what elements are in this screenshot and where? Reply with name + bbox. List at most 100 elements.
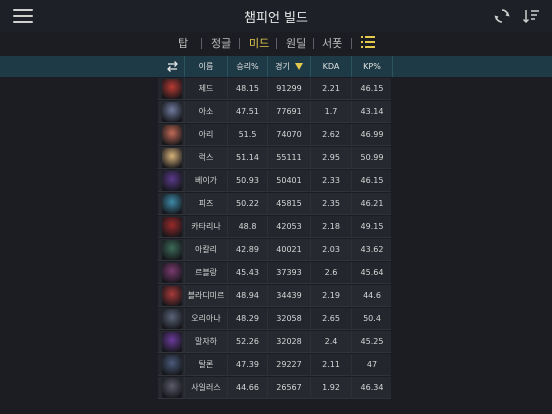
cell-kp: 50.4 <box>351 308 392 330</box>
cell-kda: 2.03 <box>310 239 351 261</box>
table-row[interactable]: 럭스 51.14 55111 2.95 50.99 <box>158 147 391 169</box>
lane-tabs: 탑 정글 미드 원딜 서폿 <box>0 32 552 54</box>
cell-games: 32058 <box>267 308 310 330</box>
cell-games: 40021 <box>267 239 310 261</box>
tab-divider <box>276 38 277 49</box>
champion-portrait <box>162 355 182 375</box>
table-row[interactable]: 오리아나 48.29 32058 2.65 50.4 <box>158 308 391 330</box>
column-header-kda[interactable]: KDA <box>310 56 351 77</box>
champion-portrait <box>162 286 182 306</box>
table-row[interactable]: 사일러스 44.66 26567 1.92 46.34 <box>158 377 391 399</box>
cell-name: 사일러스 <box>184 377 227 399</box>
tab-divider <box>239 38 240 49</box>
cell-winrate: 48.94 <box>227 285 267 307</box>
table-row[interactable]: 피즈 50.22 45815 2.35 46.21 <box>158 193 391 215</box>
column-header-kp-label: KP% <box>363 62 381 71</box>
table-row[interactable]: 카타리나 48.8 42053 2.18 49.15 <box>158 216 391 238</box>
tab-mid[interactable]: 미드 <box>249 35 269 51</box>
cell-kp: 43.14 <box>351 101 392 123</box>
table-row[interactable]: 아리 51.5 74070 2.62 46.99 <box>158 124 391 146</box>
top-bar: 챔피언 빌드 <box>0 0 552 32</box>
refresh-icon[interactable] <box>493 7 511 25</box>
cell-kda: 2.6 <box>310 262 351 284</box>
cell-winrate: 47.51 <box>227 101 267 123</box>
cell-games: 42053 <box>267 216 310 238</box>
table-row[interactable]: 블라디미르 48.94 34439 2.19 44.6 <box>158 285 391 307</box>
column-header-games[interactable]: 경기 <box>267 56 310 77</box>
column-header-kp[interactable]: KP% <box>351 56 393 77</box>
champion-portrait <box>162 240 182 260</box>
champion-portrait <box>162 171 182 191</box>
cell-kda: 1.7 <box>310 101 351 123</box>
champion-portrait <box>162 309 182 329</box>
cell-winrate: 51.14 <box>227 147 267 169</box>
cell-games: 45815 <box>267 193 310 215</box>
cell-kp: 46.15 <box>351 170 392 192</box>
cell-kda: 1.92 <box>310 377 351 399</box>
cell-winrate: 45.43 <box>227 262 267 284</box>
table-row[interactable]: 아칼리 42.89 40021 2.03 43.62 <box>158 239 391 261</box>
champion-portrait <box>162 148 182 168</box>
cell-kda: 2.11 <box>310 354 351 376</box>
cell-kp: 49.15 <box>351 216 392 238</box>
champion-portrait <box>162 332 182 352</box>
cell-kda: 2.19 <box>310 285 351 307</box>
cell-name: 카타리나 <box>184 216 227 238</box>
cell-winrate: 51.5 <box>227 124 267 146</box>
hamburger-menu-icon[interactable] <box>13 9 33 23</box>
sort-icon[interactable] <box>522 7 540 25</box>
column-header-name[interactable]: 이름 <box>184 56 227 77</box>
cell-name: 피즈 <box>184 193 227 215</box>
table-row[interactable]: 르블랑 45.43 37393 2.6 45.64 <box>158 262 391 284</box>
list-view-icon[interactable] <box>361 36 375 48</box>
cell-winrate: 52.26 <box>227 331 267 353</box>
champion-portrait <box>162 102 182 122</box>
table-header: 이름 승리% 경기 KDA KP% <box>0 56 552 77</box>
champion-portrait <box>162 79 182 99</box>
cell-kp: 46.15 <box>351 78 392 100</box>
column-header-winrate[interactable]: 승리% <box>227 56 267 77</box>
table-row[interactable]: 아소 47.51 77691 1.7 43.14 <box>158 101 391 123</box>
cell-kp: 43.62 <box>351 239 392 261</box>
table-row[interactable]: 제드 48.15 91299 2.21 46.15 <box>158 78 391 100</box>
cell-kp: 44.6 <box>351 285 392 307</box>
table-row[interactable]: 탈론 47.39 29227 2.11 47 <box>158 354 391 376</box>
cell-name: 블라디미르 <box>184 285 227 307</box>
cell-kp: 46.99 <box>351 124 392 146</box>
cell-winrate: 44.66 <box>227 377 267 399</box>
tab-support[interactable]: 서폿 <box>322 35 342 51</box>
column-header-winrate-label: 승리% <box>236 62 259 71</box>
cell-kda: 2.65 <box>310 308 351 330</box>
cell-kda: 2.4 <box>310 331 351 353</box>
cell-kp: 50.99 <box>351 147 392 169</box>
cell-games: 74070 <box>267 124 310 146</box>
cell-games: 26567 <box>267 377 310 399</box>
cell-games: 50401 <box>267 170 310 192</box>
cell-name: 아리 <box>184 124 227 146</box>
cell-games: 32028 <box>267 331 310 353</box>
cell-winrate: 47.39 <box>227 354 267 376</box>
cell-kp: 47 <box>351 354 392 376</box>
column-header-games-label: 경기 <box>275 62 290 71</box>
cell-name: 말자하 <box>184 331 227 353</box>
cell-games: 91299 <box>267 78 310 100</box>
cell-name: 제드 <box>184 78 227 100</box>
cell-name: 베이가 <box>184 170 227 192</box>
cell-games: 77691 <box>267 101 310 123</box>
champion-portrait <box>162 217 182 237</box>
tab-divider <box>201 38 202 49</box>
cell-winrate: 48.15 <box>227 78 267 100</box>
cell-games: 55111 <box>267 147 310 169</box>
cell-kp: 45.64 <box>351 262 392 284</box>
champion-portrait <box>162 125 182 145</box>
table-row[interactable]: 말자하 52.26 32028 2.4 45.25 <box>158 331 391 353</box>
tab-divider <box>313 38 314 49</box>
cell-kda: 2.33 <box>310 170 351 192</box>
tab-jungle[interactable]: 정글 <box>211 35 231 51</box>
tab-adc[interactable]: 원딜 <box>286 35 306 51</box>
tab-top[interactable]: 탑 <box>178 35 188 51</box>
table-row[interactable]: 베이가 50.93 50401 2.33 46.15 <box>158 170 391 192</box>
swap-arrows-icon[interactable] <box>166 60 179 73</box>
cell-kda: 2.18 <box>310 216 351 238</box>
champion-portrait <box>162 194 182 214</box>
